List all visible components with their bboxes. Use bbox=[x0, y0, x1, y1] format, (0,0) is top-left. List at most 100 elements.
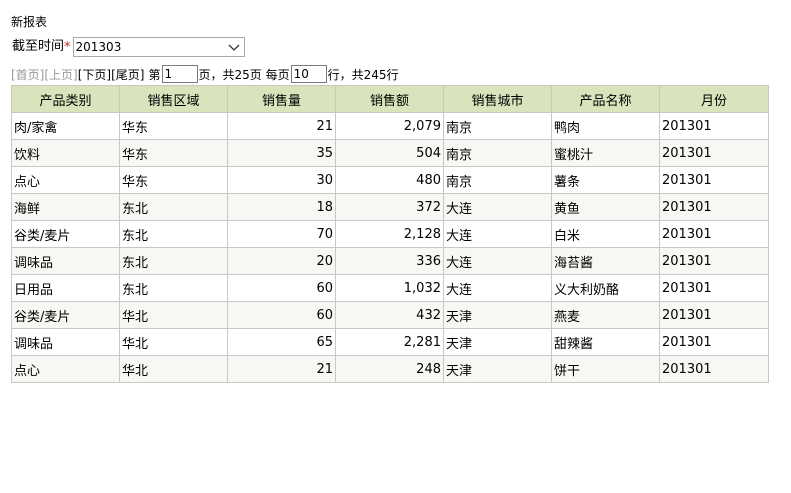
table-row: 谷类/麦片 东北 70 2,128 大连 白米 201301 bbox=[11, 220, 769, 248]
col-header-region[interactable]: 销售区域 bbox=[119, 85, 228, 113]
cell-quantity: 21 bbox=[227, 112, 336, 140]
report-title: 新报表 bbox=[11, 15, 48, 29]
cell-city: 南京 bbox=[443, 166, 552, 194]
cell-product: 饼干 bbox=[551, 355, 660, 383]
col-header-product[interactable]: 产品名称 bbox=[551, 85, 660, 113]
cell-quantity: 21 bbox=[227, 355, 336, 383]
cell-category: 肉/家禽 bbox=[11, 112, 120, 140]
table-row: 点心 华北 21 248 天津 饼干 201301 bbox=[11, 355, 769, 383]
table-header-row: 产品类别 销售区域 销售量 销售额 销售城市 产品名称 月份 bbox=[11, 85, 769, 113]
table-row: 调味品 华北 65 2,281 天津 甜辣酱 201301 bbox=[11, 328, 769, 356]
cell-category: 点心 bbox=[11, 355, 120, 383]
required-mark: * bbox=[64, 39, 71, 55]
cell-region: 东北 bbox=[119, 193, 228, 221]
date-select-value: 201303 bbox=[75, 40, 122, 54]
cell-month: 201301 bbox=[659, 220, 769, 248]
cell-category: 调味品 bbox=[11, 328, 120, 356]
cell-product: 义大利奶酪 bbox=[551, 274, 660, 302]
cell-region: 华北 bbox=[119, 301, 228, 329]
page-suffix: 页，共25页 每页 bbox=[198, 67, 290, 82]
cell-region: 华东 bbox=[119, 139, 228, 167]
cell-product: 燕麦 bbox=[551, 301, 660, 329]
cell-month: 201301 bbox=[659, 355, 769, 383]
cell-region: 华东 bbox=[119, 166, 228, 194]
col-header-amount[interactable]: 销售额 bbox=[335, 85, 444, 113]
page-size-input[interactable] bbox=[290, 65, 327, 83]
cell-quantity: 60 bbox=[227, 301, 336, 329]
cell-product: 蜜桃汁 bbox=[551, 139, 660, 167]
cell-quantity: 30 bbox=[227, 166, 336, 194]
cell-category: 饮料 bbox=[11, 139, 120, 167]
cell-product: 海苔酱 bbox=[551, 247, 660, 275]
cell-month: 201301 bbox=[659, 274, 769, 302]
cell-month: 201301 bbox=[659, 328, 769, 356]
cell-product: 薯条 bbox=[551, 166, 660, 194]
table-row: 谷类/麦片 华北 60 432 天津 燕麦 201301 bbox=[11, 301, 769, 329]
prev-page-link[interactable]: [上页] bbox=[44, 66, 77, 83]
chevron-down-icon bbox=[228, 44, 239, 51]
table-row: 日用品 东北 60 1,032 大连 义大利奶酪 201301 bbox=[11, 274, 769, 302]
cell-amount: 1,032 bbox=[335, 274, 444, 302]
col-header-category[interactable]: 产品类别 bbox=[11, 85, 120, 113]
table-row: 饮料 华东 35 504 南京 蜜桃汁 201301 bbox=[11, 139, 769, 167]
cell-product: 鸭肉 bbox=[551, 112, 660, 140]
cell-amount: 2,281 bbox=[335, 328, 444, 356]
cell-quantity: 20 bbox=[227, 247, 336, 275]
cell-category: 日用品 bbox=[11, 274, 120, 302]
cell-quantity: 70 bbox=[227, 220, 336, 248]
cell-category: 谷类/麦片 bbox=[11, 220, 120, 248]
filter-row: 截至时间 * 201303 bbox=[12, 37, 245, 57]
table-row: 点心 华东 30 480 南京 薯条 201301 bbox=[11, 166, 769, 194]
cell-amount: 2,128 bbox=[335, 220, 444, 248]
cell-category: 点心 bbox=[11, 166, 120, 194]
cell-product: 黄鱼 bbox=[551, 193, 660, 221]
cell-product: 甜辣酱 bbox=[551, 328, 660, 356]
cell-city: 天津 bbox=[443, 301, 552, 329]
cell-city: 天津 bbox=[443, 355, 552, 383]
col-header-quantity[interactable]: 销售量 bbox=[227, 85, 336, 113]
cell-city: 大连 bbox=[443, 274, 552, 302]
first-page-link[interactable]: [首页] bbox=[11, 66, 44, 83]
cell-quantity: 60 bbox=[227, 274, 336, 302]
cell-city: 天津 bbox=[443, 328, 552, 356]
cell-region: 东北 bbox=[119, 274, 228, 302]
pager: [首页] [上页] [下页] [尾页] 第 页，共25页 每页 行，共245行 bbox=[11, 64, 399, 84]
cell-amount: 248 bbox=[335, 355, 444, 383]
cell-product: 白米 bbox=[551, 220, 660, 248]
cell-month: 201301 bbox=[659, 166, 769, 194]
cell-city: 南京 bbox=[443, 112, 552, 140]
cell-month: 201301 bbox=[659, 247, 769, 275]
cell-city: 南京 bbox=[443, 139, 552, 167]
cell-category: 调味品 bbox=[11, 247, 120, 275]
table-row: 海鲜 东北 18 372 大连 黄鱼 201301 bbox=[11, 193, 769, 221]
current-page-input[interactable] bbox=[161, 65, 198, 83]
next-page-link[interactable]: [下页] bbox=[78, 66, 111, 83]
cell-month: 201301 bbox=[659, 112, 769, 140]
cell-amount: 2,079 bbox=[335, 112, 444, 140]
cell-city: 大连 bbox=[443, 220, 552, 248]
cell-amount: 336 bbox=[335, 247, 444, 275]
page-prefix: 第 bbox=[148, 67, 161, 82]
cell-quantity: 35 bbox=[227, 139, 336, 167]
cell-region: 东北 bbox=[119, 220, 228, 248]
cell-amount: 480 bbox=[335, 166, 444, 194]
cell-category: 海鲜 bbox=[11, 193, 120, 221]
last-page-link[interactable]: [尾页] bbox=[111, 66, 144, 83]
cell-region: 东北 bbox=[119, 247, 228, 275]
cell-quantity: 18 bbox=[227, 193, 336, 221]
col-header-month[interactable]: 月份 bbox=[659, 85, 769, 113]
cell-city: 大连 bbox=[443, 247, 552, 275]
report-page: 新报表 截至时间 * 201303 [首页] [上页] [下页] [尾页] 第 … bbox=[0, 0, 791, 493]
col-header-city[interactable]: 销售城市 bbox=[443, 85, 552, 113]
cell-amount: 504 bbox=[335, 139, 444, 167]
date-select[interactable]: 201303 bbox=[72, 37, 245, 57]
cell-city: 大连 bbox=[443, 193, 552, 221]
cell-month: 201301 bbox=[659, 139, 769, 167]
table-row: 调味品 东北 20 336 大连 海苔酱 201301 bbox=[11, 247, 769, 275]
data-table: 产品类别 销售区域 销售量 销售额 销售城市 产品名称 月份 肉/家禽 华东 2… bbox=[11, 85, 769, 383]
cell-quantity: 65 bbox=[227, 328, 336, 356]
cell-category: 谷类/麦片 bbox=[11, 301, 120, 329]
table-row: 肉/家禽 华东 21 2,079 南京 鸭肉 201301 bbox=[11, 112, 769, 140]
cell-month: 201301 bbox=[659, 301, 769, 329]
cell-month: 201301 bbox=[659, 193, 769, 221]
